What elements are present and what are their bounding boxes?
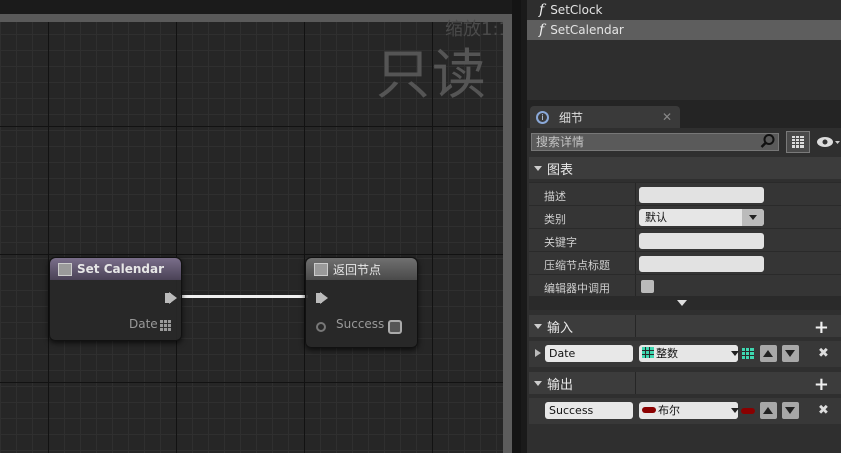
graph-scrollbar[interactable] [503,20,512,453]
tab-details[interactable]: i 细节 ✕ [530,106,680,128]
readonly-watermark: 只读 [376,43,488,106]
row-call-in-editor: 编辑器中调用 [529,274,841,297]
exec-wire [180,295,308,298]
dropdown-value: 整数 [656,347,678,360]
function-icon: f [539,22,545,38]
pin-label-success: Success [336,317,385,331]
node-title: Set Calendar [77,262,164,276]
graph-edge [512,0,521,453]
function-node-icon [314,262,328,276]
function-item-setclock[interactable]: f SetClock [527,0,841,20]
details-panel: 搜索详情 图表 描述 类别 默认 关键字 压缩节点标题 编辑器中调用 输入 + … [527,128,841,453]
dropdown-value: 布尔 [658,404,680,417]
input-param-name[interactable]: Date [545,345,633,362]
int-pin-icon[interactable] [160,320,171,331]
category-outputs[interactable]: 输出 + [529,372,841,395]
row-category: 类别 默认 [529,205,841,228]
move-up-button[interactable] [760,402,777,419]
chevron-down-icon [724,345,739,362]
add-input-button[interactable]: + [814,317,829,338]
chevron-down-icon [742,209,764,226]
compact-title-field[interactable] [639,256,764,272]
column-separator [635,229,636,251]
bool-pin-icon[interactable] [316,322,326,332]
function-list: f SetClock f SetCalendar [527,0,841,100]
node-header: Set Calendar [50,258,181,280]
output-param-name[interactable]: Success [545,402,633,419]
category-label: 输入 [547,320,574,336]
column-separator [635,252,636,274]
close-icon[interactable]: ✕ [662,110,672,124]
category-label: 输出 [547,377,574,393]
column-separator [635,275,636,297]
row-compact-title: 压缩节点标题 [529,251,841,274]
boolean-type-icon [642,407,656,413]
category-graph[interactable]: 图表 [529,157,841,179]
column-separator [635,183,636,205]
property-matrix-button[interactable] [786,131,810,153]
exec-input-pin[interactable] [316,292,328,304]
integer-type-icon [642,347,654,358]
category-label: 图表 [547,162,574,178]
input-type-dropdown[interactable]: 整数 [639,345,739,362]
row-label: 关键字 [544,236,577,249]
function-item-setcalendar[interactable]: f SetCalendar [527,20,841,40]
success-checkbox[interactable] [388,320,402,334]
dropdown-value: 默认 [645,211,667,224]
right-panel: f SetClock f SetCalendar i 细节 ✕ 搜索详情 图表 [527,0,841,453]
eye-icon[interactable] [816,134,840,150]
output-param-row: Success 布尔 ✖ [529,398,841,424]
add-output-button[interactable]: + [814,374,829,395]
graph-top-strip [0,0,521,14]
function-label: SetClock [550,3,603,17]
expand-arrow-icon[interactable] [677,300,687,306]
function-label: SetCalendar [550,23,624,37]
move-down-button[interactable] [782,345,799,362]
integer-container-icon[interactable] [742,348,754,359]
row-keywords: 关键字 [529,228,841,251]
collapse-icon [534,380,542,386]
category-inputs[interactable]: 输入 + [529,315,841,338]
pin-label-date: Date [129,317,158,331]
column-separator [635,206,636,228]
remove-input-button[interactable]: ✖ [818,346,829,361]
search-icon[interactable] [760,133,776,149]
remove-output-button[interactable]: ✖ [818,403,829,418]
keywords-field[interactable] [639,233,764,249]
row-description: 描述 [529,182,841,205]
call-in-editor-checkbox[interactable] [641,280,654,293]
expand-icon[interactable] [535,349,541,357]
row-label: 类别 [544,213,566,226]
search-input[interactable]: 搜索详情 [531,133,779,151]
category-dropdown[interactable]: 默认 [639,209,764,226]
row-label: 压缩节点标题 [544,259,610,272]
grid-icon [792,136,804,148]
node-set-calendar[interactable]: Set Calendar Date [49,257,182,341]
chevron-down-icon [724,402,739,419]
collapse-icon [534,323,542,329]
tab-label: 细节 [559,110,584,125]
node-header: 返回节点 [306,258,417,280]
graph-horizontal-bar [0,14,512,22]
boolean-container-icon[interactable] [741,408,755,414]
info-icon: i [536,110,549,124]
column-separator [635,372,636,394]
exec-output-pin[interactable] [165,292,177,304]
move-down-button[interactable] [782,402,799,419]
blueprint-graph[interactable]: 缩放1:1 只读 Set Calendar Date 返回节点 Success [0,0,521,453]
column-separator [635,315,636,337]
input-param-row: Date 整数 ✖ [529,341,841,367]
row-label: 描述 [544,190,566,203]
function-icon: f [539,2,545,18]
output-type-dropdown[interactable]: 布尔 [639,402,739,419]
row-label: 编辑器中调用 [544,282,610,295]
node-return[interactable]: 返回节点 Success [305,257,418,348]
collapse-icon [534,165,542,171]
function-node-icon [58,262,72,276]
description-field[interactable] [639,187,764,203]
move-up-button[interactable] [760,345,777,362]
node-title: 返回节点 [333,262,382,277]
